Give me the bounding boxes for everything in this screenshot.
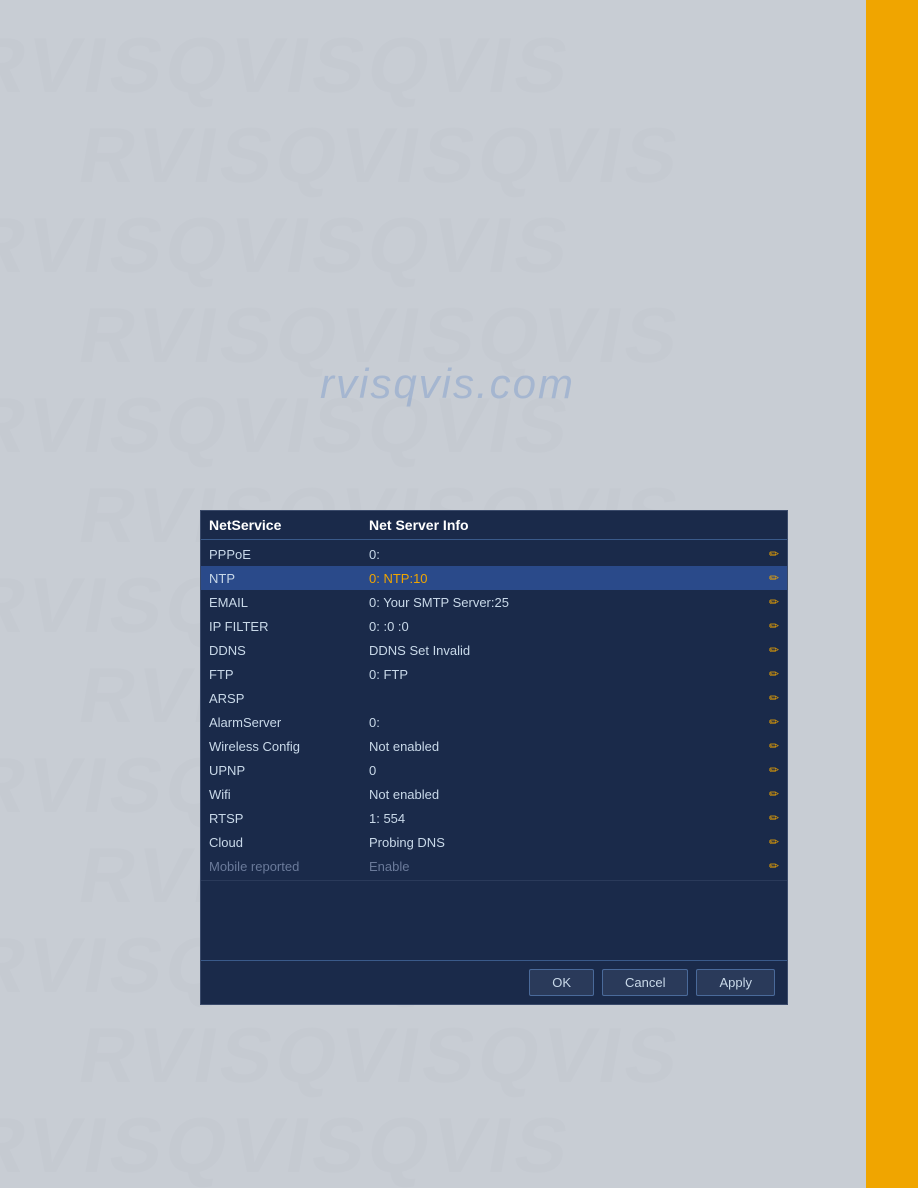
edit-icon[interactable]: ✏ bbox=[763, 859, 779, 873]
table-row[interactable]: UPNP0✏ bbox=[201, 758, 787, 782]
edit-icon[interactable]: ✏ bbox=[763, 739, 779, 753]
dialog-panel: NetService Net Server Info PPPoE0:✏NTP0:… bbox=[200, 510, 788, 1005]
edit-icon[interactable]: ✏ bbox=[763, 763, 779, 777]
edit-icon[interactable]: ✏ bbox=[763, 835, 779, 849]
table-row[interactable]: CloudProbing DNS✏ bbox=[201, 830, 787, 854]
service-value: 1: 554 bbox=[369, 811, 763, 826]
edit-icon[interactable]: ✏ bbox=[763, 715, 779, 729]
net-service-dialog: NetService Net Server Info PPPoE0:✏NTP0:… bbox=[200, 510, 788, 1005]
table-row[interactable]: EMAIL0: Your SMTP Server:25✏ bbox=[201, 590, 787, 614]
edit-icon[interactable]: ✏ bbox=[763, 547, 779, 561]
header-service-label: NetService bbox=[209, 517, 369, 533]
table-row[interactable]: DDNSDDNS Set Invalid✏ bbox=[201, 638, 787, 662]
table-row[interactable]: IP FILTER0: :0 :0✏ bbox=[201, 614, 787, 638]
service-name: AlarmServer bbox=[209, 715, 369, 730]
service-value: Enable bbox=[369, 859, 763, 874]
service-name: DDNS bbox=[209, 643, 369, 658]
table-row[interactable]: AlarmServer0:✏ bbox=[201, 710, 787, 734]
table-row[interactable]: NTP0: NTP:10✏ bbox=[201, 566, 787, 590]
service-name: UPNP bbox=[209, 763, 369, 778]
service-value: 0 bbox=[369, 763, 763, 778]
table-row[interactable]: Mobile reportedEnable✏ bbox=[201, 854, 787, 878]
edit-icon[interactable]: ✏ bbox=[763, 571, 779, 585]
table-row[interactable]: Wireless ConfigNot enabled✏ bbox=[201, 734, 787, 758]
edit-icon[interactable]: ✏ bbox=[763, 787, 779, 801]
service-table: PPPoE0:✏NTP0: NTP:10✏EMAIL0: Your SMTP S… bbox=[201, 540, 787, 880]
table-row[interactable]: RTSP1: 554✏ bbox=[201, 806, 787, 830]
service-name: NTP bbox=[209, 571, 369, 586]
service-value: 0: FTP bbox=[369, 667, 763, 682]
table-row[interactable]: WifiNot enabled✏ bbox=[201, 782, 787, 806]
sidebar-strip bbox=[866, 0, 918, 1188]
dialog-footer: OK Cancel Apply bbox=[201, 960, 787, 1004]
apply-button[interactable]: Apply bbox=[696, 969, 775, 996]
edit-icon[interactable]: ✏ bbox=[763, 595, 779, 609]
edit-icon[interactable]: ✏ bbox=[763, 643, 779, 657]
edit-icon[interactable]: ✏ bbox=[763, 667, 779, 681]
service-value: 0: bbox=[369, 715, 763, 730]
service-name: FTP bbox=[209, 667, 369, 682]
service-name: Wireless Config bbox=[209, 739, 369, 754]
service-name: Wifi bbox=[209, 787, 369, 802]
table-row[interactable]: PPPoE0:✏ bbox=[201, 542, 787, 566]
brand-watermark: rvisqvis.com bbox=[320, 360, 575, 408]
service-value: DDNS Set Invalid bbox=[369, 643, 763, 658]
service-name: Cloud bbox=[209, 835, 369, 850]
edit-icon[interactable]: ✏ bbox=[763, 691, 779, 705]
cancel-button[interactable]: Cancel bbox=[602, 969, 688, 996]
service-name: PPPoE bbox=[209, 547, 369, 562]
service-value: 0: NTP:10 bbox=[369, 571, 763, 586]
service-name: RTSP bbox=[209, 811, 369, 826]
table-row[interactable]: FTP0: FTP✏ bbox=[201, 662, 787, 686]
ok-button[interactable]: OK bbox=[529, 969, 594, 996]
service-name: Mobile reported bbox=[209, 859, 369, 874]
service-name: ARSP bbox=[209, 691, 369, 706]
edit-icon[interactable]: ✏ bbox=[763, 619, 779, 633]
service-name: EMAIL bbox=[209, 595, 369, 610]
table-row[interactable]: ARSP ✏ bbox=[201, 686, 787, 710]
service-value: Not enabled bbox=[369, 739, 763, 754]
dialog-header: NetService Net Server Info bbox=[201, 511, 787, 540]
header-info-label: Net Server Info bbox=[369, 517, 779, 533]
service-value: Probing DNS bbox=[369, 835, 763, 850]
service-value: 0: bbox=[369, 547, 763, 562]
service-value: 0: :0 :0 bbox=[369, 619, 763, 634]
service-value: Not enabled bbox=[369, 787, 763, 802]
service-name: IP FILTER bbox=[209, 619, 369, 634]
edit-icon[interactable]: ✏ bbox=[763, 811, 779, 825]
dialog-empty-area bbox=[201, 880, 787, 960]
service-value: 0: Your SMTP Server:25 bbox=[369, 595, 763, 610]
